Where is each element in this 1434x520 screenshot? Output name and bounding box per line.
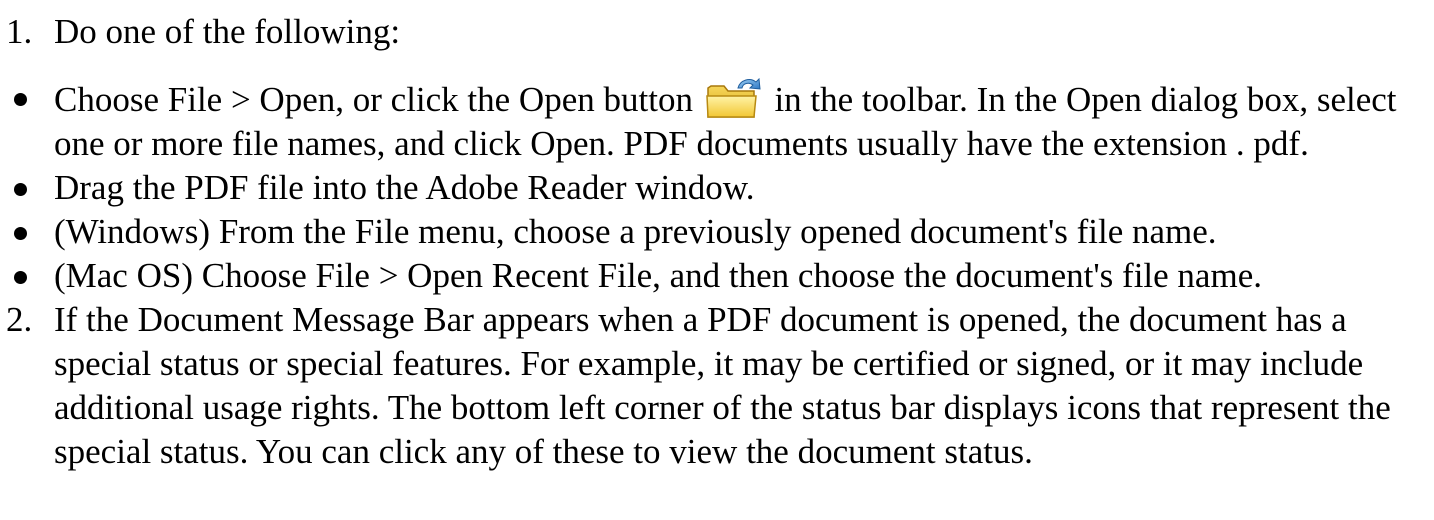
bullet-item-drag-file: Drag the PDF file into the Adobe Reader … xyxy=(0,166,1434,210)
step-2: 2. If the Document Message Bar appears w… xyxy=(0,298,1434,474)
bullet-dot xyxy=(14,227,27,240)
open-folder-icon xyxy=(704,76,762,120)
bullet-2-text: Drag the PDF file into the Adobe Reader … xyxy=(54,168,755,207)
bullet-item-mac-os: (Mac OS) Choose File > Open Recent File,… xyxy=(0,254,1434,298)
bullet-item-open-file: Choose File > Open, or click the Open bu… xyxy=(0,76,1434,166)
step-1: 1. Do one of the following: xyxy=(0,10,1434,54)
bullet-4-text: (Mac OS) Choose File > Open Recent File,… xyxy=(54,256,1262,295)
bullet-dot xyxy=(14,271,27,284)
bullet-dot xyxy=(14,183,27,196)
bullet-item-windows: (Windows) From the File menu, choose a p… xyxy=(0,210,1434,254)
bullet-1-text-before: Choose File > Open, or click the Open bu… xyxy=(54,80,693,119)
step-1-number: 1. xyxy=(6,12,33,51)
bullet-dot xyxy=(14,93,27,106)
step-2-number: 2. xyxy=(6,300,33,339)
help-document: 1. Do one of the following: Choose File … xyxy=(0,0,1434,520)
bullet-3-text: (Windows) From the File menu, choose a p… xyxy=(54,212,1217,251)
step-1-text: Do one of the following: xyxy=(54,12,401,51)
step-2-text: If the Document Message Bar appears when… xyxy=(54,300,1391,471)
